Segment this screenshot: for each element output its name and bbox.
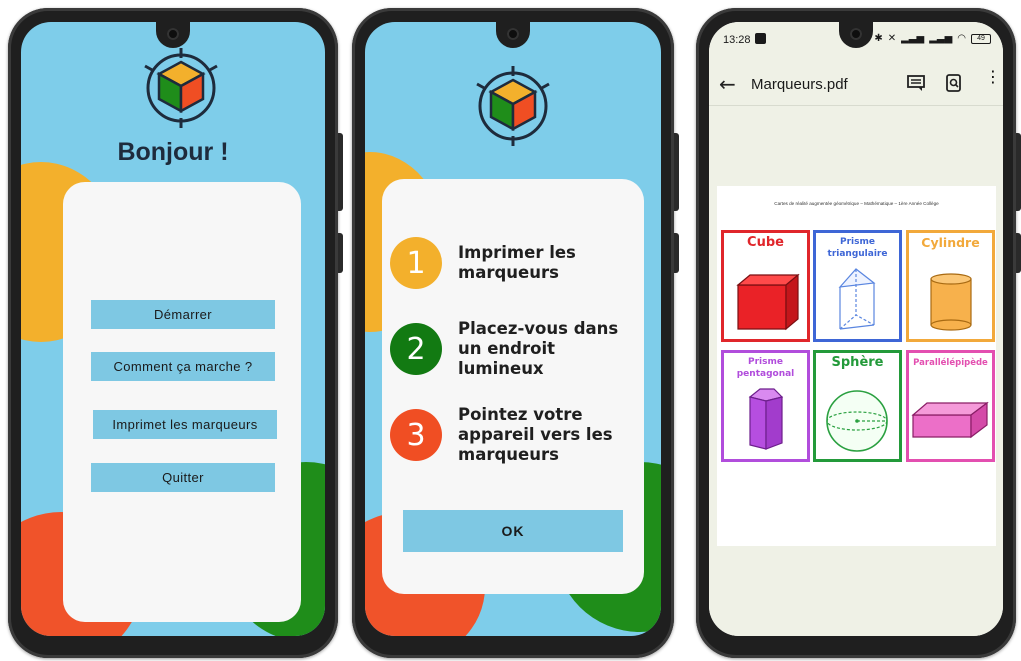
step-text: Pointez votre appareil vers les marqueur… (458, 405, 613, 464)
shape-card-cube: Cube (721, 230, 810, 342)
pentagonal-prism-icon (748, 388, 784, 450)
status-icons: ✱ ✕ ▂▃▅ ▂▃▅ ◠ 49 (874, 33, 991, 44)
step-number: 2 (390, 323, 442, 375)
greeting-title: Bonjour ! (117, 138, 229, 166)
battery-icon: 49 (971, 33, 991, 44)
instructions-screen: 1 Imprimer les marqueurs 2 Placez-vous d… (365, 22, 661, 636)
home-screen: Bonjour ! Démarrer Comment ça marche ? I… (21, 22, 325, 636)
search-document-icon[interactable] (945, 74, 963, 92)
back-arrow-icon[interactable]: ← (719, 72, 736, 96)
shape-card-triangular-prism: Prisme triangulaire (813, 230, 902, 342)
shape-label: Cylindre (921, 235, 980, 250)
pdf-viewport[interactable]: Cartes de réalité augmentée géométrique … (709, 106, 1003, 636)
pdf-screen: 13:28 ✱ ✕ ▂▃▅ ▂▃▅ ◠ 49 ← Marqueurs.pdf ⋮ (709, 22, 1003, 636)
step-3: 3 Pointez votre appareil vers les marque… (390, 405, 644, 465)
pdf-caption: Cartes de réalité augmentée géométrique … (774, 201, 939, 206)
phone-pdf-viewer: 13:28 ✱ ✕ ▂▃▅ ▂▃▅ ◠ 49 ← Marqueurs.pdf ⋮ (696, 8, 1021, 658)
step-number: 1 (390, 237, 442, 289)
cube-logo-icon (473, 66, 553, 146)
pdf-page: Cartes de réalité augmentée géométrique … (717, 186, 996, 546)
shape-card-parallelepiped: Parallélépipède (906, 350, 995, 462)
shape-label: Parallélépipède (913, 358, 988, 368)
wifi-icon: ◠ (957, 33, 966, 44)
cube-logo-icon (141, 48, 221, 128)
ok-button[interactable]: OK (403, 510, 623, 552)
cube-shape-icon (736, 273, 800, 331)
mute-icon: ✕ (887, 33, 897, 44)
quit-button[interactable]: Quitter (91, 463, 275, 492)
comment-icon[interactable] (907, 74, 925, 92)
signal-icon: ▂▃▅ (929, 33, 953, 44)
instructions-card: 1 Imprimer les marqueurs 2 Placez-vous d… (382, 179, 644, 594)
parallelepiped-shape-icon (911, 401, 989, 439)
camera-notch (156, 22, 190, 48)
shape-card-cylinder: Cylindre (906, 230, 995, 342)
how-it-works-button[interactable]: Comment ça marche ? (91, 352, 275, 381)
step-2: 2 Placez-vous dans un endroit lumineux (390, 319, 644, 379)
camera-notch (496, 22, 530, 48)
sphere-shape-icon (826, 390, 888, 452)
step-1: 1 Imprimer les marqueurs (390, 233, 644, 293)
pdf-title: Marqueurs.pdf (751, 76, 848, 93)
pdf-toolbar: ← Marqueurs.pdf ⋮ (709, 62, 1003, 106)
menu-card: Démarrer Comment ça marche ? Imprimet le… (63, 182, 301, 622)
print-markers-button[interactable]: Imprimet les marqueurs (93, 410, 277, 439)
bluetooth-icon: ✱ (874, 33, 883, 44)
shape-card-pentagonal-prism: Prisme pentagonal (721, 350, 810, 462)
shape-label: Sphère (831, 355, 884, 370)
triangular-prism-icon (838, 268, 876, 330)
cylinder-shape-icon (930, 273, 972, 331)
notification-icon (755, 33, 766, 44)
status-time: 13:28 (723, 34, 751, 46)
shape-card-sphere: Sphère (813, 350, 902, 462)
phone-instructions: 1 Imprimer les marqueurs 2 Placez-vous d… (352, 8, 679, 658)
phone-home: Bonjour ! Démarrer Comment ça marche ? I… (8, 8, 343, 658)
start-button[interactable]: Démarrer (91, 300, 275, 329)
step-number: 3 (390, 409, 442, 461)
step-text: Placez-vous dans un endroit lumineux (458, 319, 619, 378)
step-text: Imprimer les marqueurs (458, 243, 576, 282)
more-vert-icon[interactable]: ⋮ (985, 69, 1001, 92)
shape-label: Cube (747, 235, 784, 250)
signal-icon: ▂▃▅ (901, 33, 925, 44)
